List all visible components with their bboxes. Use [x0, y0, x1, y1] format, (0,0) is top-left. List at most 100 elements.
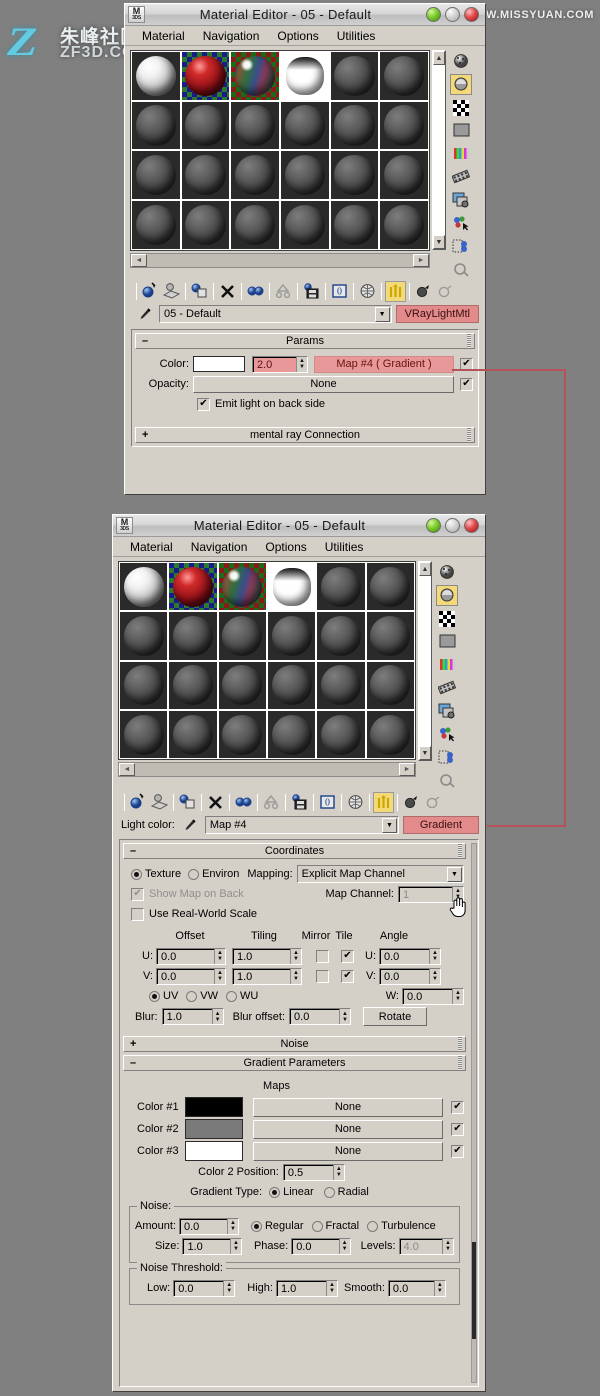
go-to-parent-icon[interactable] — [413, 281, 434, 302]
sample-slot-10[interactable] — [266, 611, 317, 661]
tiling-v-spinner[interactable]: 1.0 ▲ ▼ — [232, 967, 302, 985]
material-name-combo[interactable]: 05 - Default ▼ — [159, 305, 392, 323]
window2-sample-slots-area[interactable]: ◄ ► ▲ ▼ — [113, 557, 485, 790]
map-name-combo[interactable]: Map #4 ▼ — [204, 816, 399, 834]
menu-material[interactable]: Material — [121, 538, 182, 556]
spinner-arrows-icon[interactable]: ▲ ▼ — [452, 886, 463, 902]
material-id-channel-icon[interactable] — [436, 746, 458, 767]
params-rollout-header[interactable]: – Params — [135, 333, 475, 349]
sample-slot-2[interactable] — [168, 562, 218, 612]
maximize-button[interactable] — [445, 7, 460, 22]
offset-v-spinner[interactable]: 0.0 ▲ ▼ — [156, 967, 226, 985]
noise-fractal-radio[interactable] — [311, 1220, 323, 1232]
color-map-button[interactable]: Map #4 ( Gradient ) — [314, 355, 454, 373]
sample-slot-11[interactable] — [329, 100, 380, 151]
window1-titlebar[interactable]: M 3DS Material Editor - 05 - Default — [125, 4, 485, 26]
spinner-arrows-icon[interactable]: ▲ ▼ — [223, 1280, 235, 1296]
mental-ray-expand-icon[interactable]: + — [142, 429, 148, 441]
spinner-arrows-icon[interactable]: ▲ ▼ — [442, 1238, 454, 1254]
menu-utilities[interactable]: Utilities — [328, 27, 385, 45]
sample-slot-3[interactable] — [230, 51, 280, 101]
offset-u-spinner[interactable]: 0.0 ▲ ▼ — [156, 947, 226, 965]
sample-slot-17[interactable] — [316, 660, 366, 711]
make-preview-icon[interactable] — [450, 166, 472, 187]
material-type-button[interactable]: VRayLightMtl — [395, 305, 479, 323]
chevron-down-icon[interactable]: ▼ — [382, 817, 397, 833]
sample-uv-tiling-icon[interactable] — [450, 120, 472, 141]
noise-threshold-low-spinner[interactable]: 0.0 ▲ ▼ — [173, 1279, 236, 1297]
material-id-channel-icon[interactable] — [450, 235, 472, 256]
window1-vertical-toolbar[interactable] — [448, 50, 474, 279]
sample-slot-18[interactable] — [379, 150, 429, 201]
minimize-button[interactable] — [426, 7, 441, 22]
menu-navigation[interactable]: Navigation — [182, 538, 257, 556]
sample-slot-6[interactable] — [379, 51, 429, 101]
put-to-library-icon[interactable] — [301, 281, 322, 302]
color1-map-button[interactable]: None — [253, 1097, 443, 1117]
scroll-left-arrow-icon[interactable]: ◄ — [131, 253, 147, 267]
window2-titlebar[interactable]: M 3DS Material Editor - 05 - Default — [113, 515, 485, 537]
window1-sample-slots-area[interactable]: ◄ ► ▲ ▼ — [125, 46, 485, 279]
sample-slot-4[interactable] — [280, 51, 330, 101]
chevron-down-icon[interactable]: ▼ — [447, 866, 462, 882]
map-type-button[interactable]: Gradient — [403, 816, 479, 834]
sample-slot-14[interactable] — [168, 660, 218, 711]
video-color-check-icon[interactable] — [436, 654, 458, 675]
chevron-down-icon[interactable]: ▼ — [374, 306, 390, 322]
noise-threshold-high-spinner[interactable]: 1.0 ▲ ▼ — [275, 1279, 338, 1297]
sample-slot-24[interactable] — [379, 200, 429, 250]
put-material-to-scene-icon[interactable] — [149, 792, 170, 813]
sample-slot-17[interactable] — [329, 150, 380, 201]
tile-v-checkbox[interactable]: ✔ — [341, 969, 354, 983]
sample-slot-15[interactable] — [230, 150, 280, 201]
minimize-button[interactable] — [426, 518, 441, 533]
spinner-arrows-icon[interactable]: ▲ ▼ — [296, 356, 307, 372]
material-editor-window-2[interactable]: M 3DS Material Editor - 05 - Default Mate… — [112, 514, 486, 1392]
color3-swatch[interactable] — [185, 1141, 243, 1161]
put-material-to-scene-icon[interactable] — [161, 281, 182, 302]
hscroll-track[interactable] — [135, 763, 399, 777]
spinner-arrows-icon[interactable]: ▲ ▼ — [226, 1218, 238, 1234]
emit-light-checkbox[interactable]: ✔ — [197, 397, 210, 411]
params-collapse-icon[interactable]: – — [142, 335, 148, 347]
menu-options[interactable]: Options — [256, 538, 315, 556]
make-unique-icon[interactable] — [261, 792, 282, 813]
spinner-arrows-icon[interactable]: ▲ ▼ — [214, 948, 225, 964]
window2-horizontal-toolbar[interactable]: 0 — [117, 790, 485, 814]
sample-type-sphere-icon[interactable] — [436, 562, 458, 583]
select-by-material-icon[interactable] — [450, 212, 472, 233]
spinner-arrows-icon[interactable]: ▲ ▼ — [429, 968, 440, 984]
spinner-arrows-icon[interactable]: ▲ ▼ — [290, 968, 301, 984]
material-effects-channel-icon[interactable]: 0 — [317, 792, 338, 813]
scrollbar-thumb[interactable] — [472, 1242, 476, 1339]
sample-slot-20[interactable] — [180, 200, 231, 250]
color-swatch[interactable] — [193, 356, 245, 372]
menu-material[interactable]: Material — [133, 27, 194, 45]
wu-radio[interactable] — [226, 990, 238, 1002]
gradient-type-radial-radio[interactable] — [323, 1186, 335, 1198]
sample-slot-5[interactable] — [316, 562, 366, 612]
texture-radio[interactable] — [131, 868, 142, 880]
window1-menubar[interactable]: Material Navigation Options Utilities — [125, 26, 485, 46]
sample-slot-18[interactable] — [365, 660, 415, 711]
sample-slot-6[interactable] — [365, 562, 415, 612]
noise-amount-spinner[interactable]: 0.0 ▲ ▼ — [178, 1217, 239, 1235]
sample-slot-9[interactable] — [230, 100, 280, 151]
show-map-in-viewport-icon[interactable] — [357, 281, 378, 302]
menu-utilities[interactable]: Utilities — [316, 538, 373, 556]
sample-slot-10[interactable] — [280, 100, 330, 151]
spinner-arrows-icon[interactable]: ▲ ▼ — [338, 1238, 350, 1254]
sample-slot-16[interactable] — [266, 660, 317, 711]
vscroll-track[interactable] — [433, 65, 445, 235]
color2-map-enable-checkbox[interactable]: ✔ — [451, 1122, 464, 1136]
sample-slot-22[interactable] — [266, 710, 317, 760]
sample-slot-23[interactable] — [329, 200, 380, 250]
material-editor-window-1[interactable]: M 3DS Material Editor - 05 - Default Mate… — [124, 3, 486, 495]
sample-slot-9[interactable] — [217, 611, 267, 661]
put-to-library-icon[interactable] — [289, 792, 310, 813]
sample-slot-19[interactable] — [119, 710, 169, 760]
scroll-right-arrow-icon[interactable]: ► — [413, 253, 429, 267]
noise-regular-radio[interactable] — [250, 1220, 262, 1232]
emit-light-row[interactable]: ✔ Emit light on back side — [137, 395, 473, 413]
show-map-in-viewport-icon[interactable] — [345, 792, 366, 813]
